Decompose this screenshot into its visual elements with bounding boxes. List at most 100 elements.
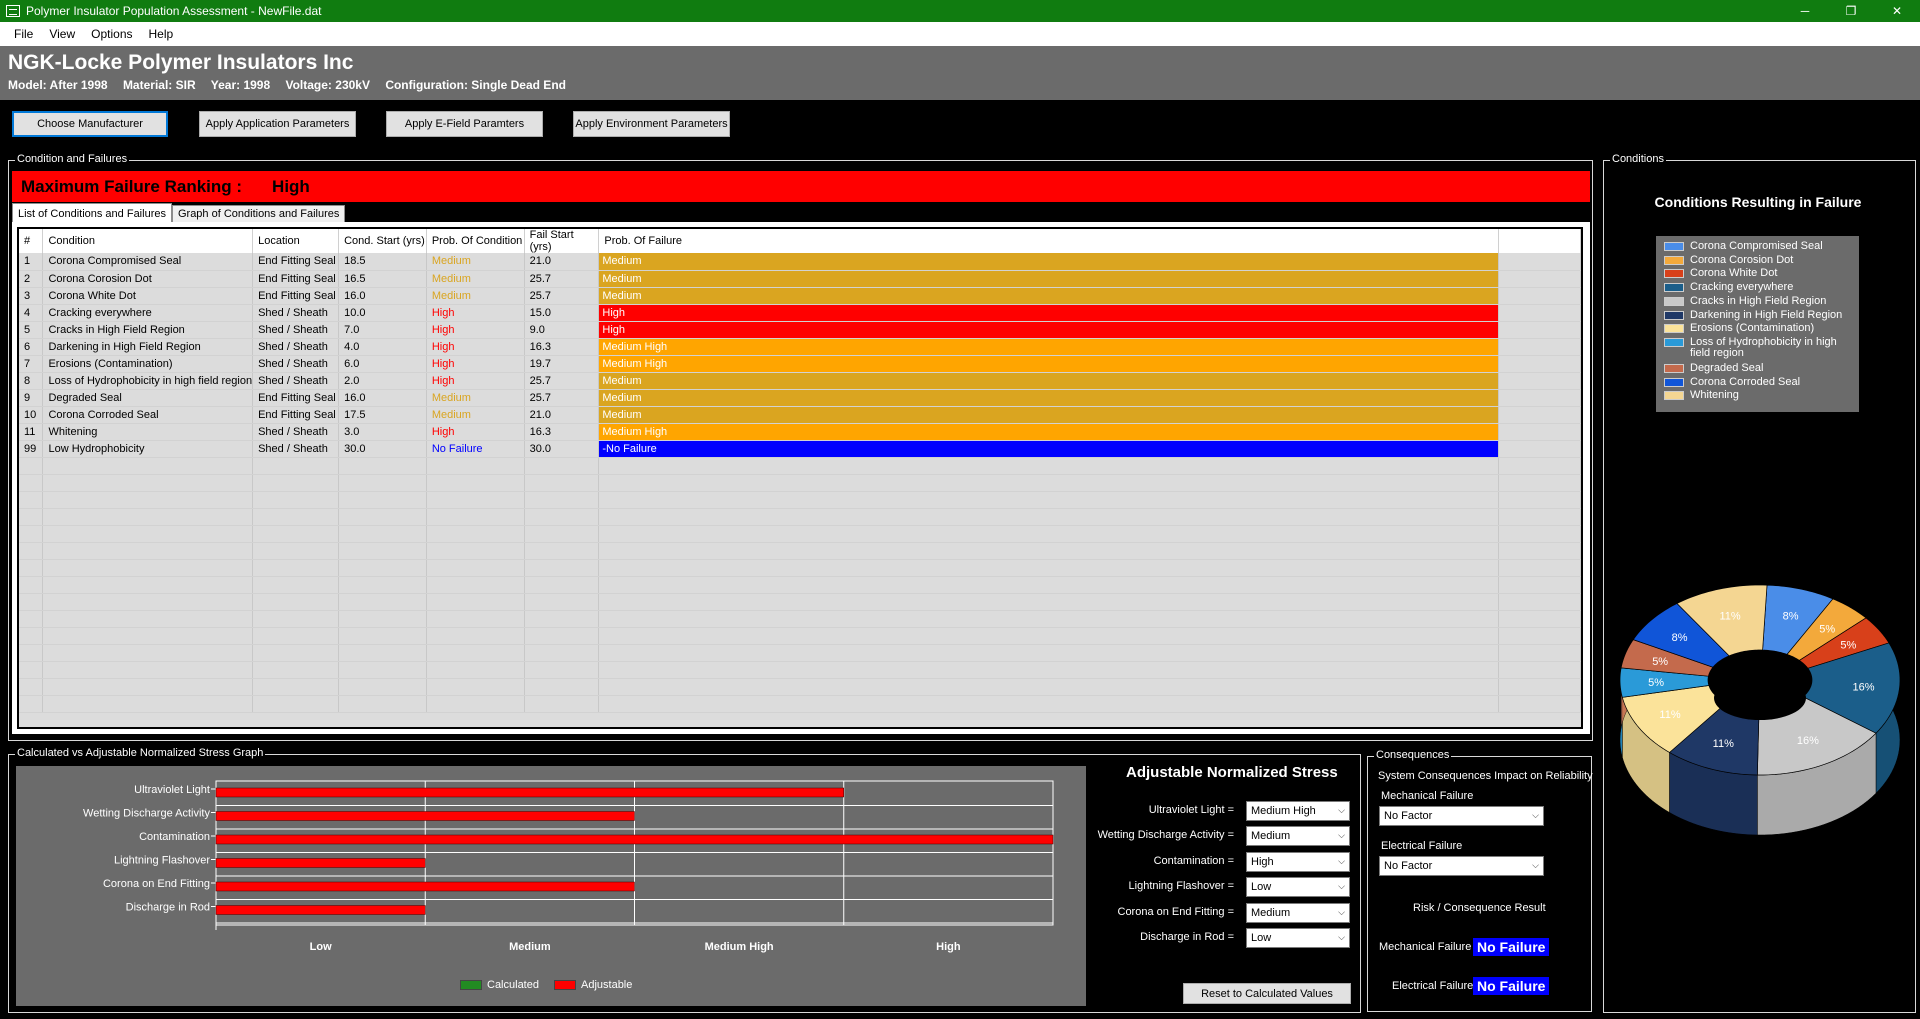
col-condition[interactable]: Condition [42,229,254,253]
row-prob-failure[interactable]: Medium High [598,355,1500,373]
row-number[interactable]: 99 [19,440,44,458]
row-cond-start[interactable]: 30.0 [338,440,427,458]
row-cond-start[interactable]: 16.0 [338,389,427,407]
col-fail-start[interactable]: Fail Start (yrs) [524,229,600,253]
menu-view[interactable]: View [41,27,83,41]
menu-options[interactable]: Options [83,27,140,41]
row-cond-start[interactable]: 10.0 [338,304,427,322]
table-row[interactable]: 1 Corona Compromised Seal End Fitting Seal… [19,253,1581,271]
row-prob-condition[interactable]: Medium [426,287,525,305]
menu-file[interactable]: File [6,27,41,41]
table-row[interactable]: 5 Cracks in High Field Region Shed / Sheat… [19,321,1581,339]
row-condition[interactable]: Corona Compromised Seal [42,253,254,271]
row-condition[interactable]: Degraded Seal [42,389,254,407]
row-fail-start[interactable]: 15.0 [524,304,600,322]
row-prob-condition[interactable]: Medium [426,253,525,271]
table-row[interactable]: 3 Corona White Dot End Fitting Seal 16.0 Med… [19,287,1581,305]
row-condition[interactable]: Corona Corosion Dot [42,270,254,288]
row-condition[interactable]: Whitening [42,423,254,441]
row-prob-failure[interactable]: Medium [598,287,1500,305]
row-location[interactable]: End Fitting Seal [252,406,340,424]
apply-environment-button[interactable]: Apply Environment Parameters [573,111,730,137]
row-location[interactable]: Shed / Sheath [252,372,340,390]
adjustable-select[interactable]: Low ⌵ [1246,928,1350,948]
adjustable-select[interactable]: Medium ⌵ [1246,826,1350,846]
row-number[interactable]: 8 [19,372,44,390]
adjustable-select[interactable]: Medium High ⌵ [1246,801,1350,821]
row-number[interactable]: 1 [19,253,44,271]
row-location[interactable]: Shed / Sheath [252,338,340,356]
row-cond-start[interactable]: 7.0 [338,321,427,339]
table-row[interactable]: 11 Whitening Shed / Sheath 3.0 High 16.3 Mediu… [19,423,1581,441]
row-condition[interactable]: Erosions (Contamination) [42,355,254,373]
col-number[interactable]: # [19,229,44,253]
row-condition[interactable]: Low Hydrophobicity [42,440,254,458]
row-cond-start[interactable]: 16.0 [338,287,427,305]
row-condition[interactable]: Cracks in High Field Region [42,321,254,339]
row-number[interactable]: 2 [19,270,44,288]
row-number[interactable]: 10 [19,406,44,424]
apply-efield-button[interactable]: Apply E-Field Paramters [386,111,543,137]
table-row[interactable]: 6 Darkening in High Field Region Shed / Sh… [19,338,1581,356]
table-row[interactable]: 4 Cracking everywhere Shed / Sheath 10.0 Hig… [19,304,1581,322]
mechanical-failure-select[interactable]: No Factor ⌵ [1379,806,1544,826]
row-number[interactable]: 4 [19,304,44,322]
row-location[interactable]: Shed / Sheath [252,355,340,373]
apply-application-button[interactable]: Apply Application Parameters [199,111,356,137]
row-prob-condition[interactable]: High [426,338,525,356]
row-prob-failure[interactable]: High [598,321,1500,339]
electrical-failure-select[interactable]: No Factor ⌵ [1379,856,1544,876]
row-cond-start[interactable]: 16.5 [338,270,427,288]
row-condition[interactable]: Cracking everywhere [42,304,254,322]
row-location[interactable]: Shed / Sheath [252,321,340,339]
row-fail-start[interactable]: 25.7 [524,389,600,407]
row-location[interactable]: Shed / Sheath [252,440,340,458]
tab-list-conditions[interactable]: List of Conditions and Failures [12,203,172,223]
row-cond-start[interactable]: 6.0 [338,355,427,373]
row-prob-condition[interactable]: High [426,321,525,339]
row-fail-start[interactable]: 25.7 [524,287,600,305]
row-number[interactable]: 3 [19,287,44,305]
row-number[interactable]: 9 [19,389,44,407]
reset-calculated-button[interactable]: Reset to Calculated Values [1183,983,1351,1004]
tab-graph-conditions[interactable]: Graph of Conditions and Failures [171,205,346,223]
row-fail-start[interactable]: 25.7 [524,372,600,390]
row-number[interactable]: 7 [19,355,44,373]
close-button[interactable]: ✕ [1874,0,1920,22]
row-cond-start[interactable]: 2.0 [338,372,427,390]
restore-button[interactable]: ❐ [1828,0,1874,22]
row-condition[interactable]: Loss of Hydrophobicity in high field reg… [42,372,254,390]
row-condition[interactable]: Corona Corroded Seal [42,406,254,424]
row-cond-start[interactable]: 3.0 [338,423,427,441]
row-prob-condition[interactable]: High [426,423,525,441]
col-prob-condition[interactable]: Prob. Of Condition [426,229,525,253]
row-prob-condition[interactable]: High [426,355,525,373]
row-fail-start[interactable]: 25.7 [524,270,600,288]
row-location[interactable]: Shed / Sheath [252,423,340,441]
row-cond-start[interactable]: 18.5 [338,253,427,271]
row-prob-condition[interactable]: Medium [426,406,525,424]
row-prob-failure[interactable]: High [598,304,1500,322]
table-row[interactable]: 99 Low Hydrophobicity Shed / Sheath 30.0 No … [19,440,1581,458]
col-cond-start[interactable]: Cond. Start (yrs) [338,229,427,253]
row-location[interactable]: Shed / Sheath [252,304,340,322]
row-prob-failure[interactable]: Medium [598,372,1500,390]
table-row[interactable]: 7 Erosions (Contamination) Shed / Sheath 6.… [19,355,1581,373]
row-prob-failure[interactable]: Medium High [598,338,1500,356]
row-prob-failure[interactable]: Medium High [598,423,1500,441]
row-condition[interactable]: Corona White Dot [42,287,254,305]
row-location[interactable]: End Fitting Seal [252,287,340,305]
table-row[interactable]: 10 Corona Corroded Seal End Fitting Seal 17… [19,406,1581,424]
row-fail-start[interactable]: 19.7 [524,355,600,373]
table-row[interactable]: 9 Degraded Seal End Fitting Seal 16.0 Medium… [19,389,1581,407]
row-fail-start[interactable]: 16.3 [524,423,600,441]
adjustable-select[interactable]: Medium ⌵ [1246,903,1350,923]
row-fail-start[interactable]: 9.0 [524,321,600,339]
menu-help[interactable]: Help [141,27,182,41]
row-number[interactable]: 5 [19,321,44,339]
table-row[interactable]: 8 Loss of Hydrophobicity in high field re… [19,372,1581,390]
row-prob-condition[interactable]: High [426,372,525,390]
row-prob-condition[interactable]: Medium [426,270,525,288]
row-location[interactable]: End Fitting Seal [252,270,340,288]
row-location[interactable]: End Fitting Seal [252,253,340,271]
